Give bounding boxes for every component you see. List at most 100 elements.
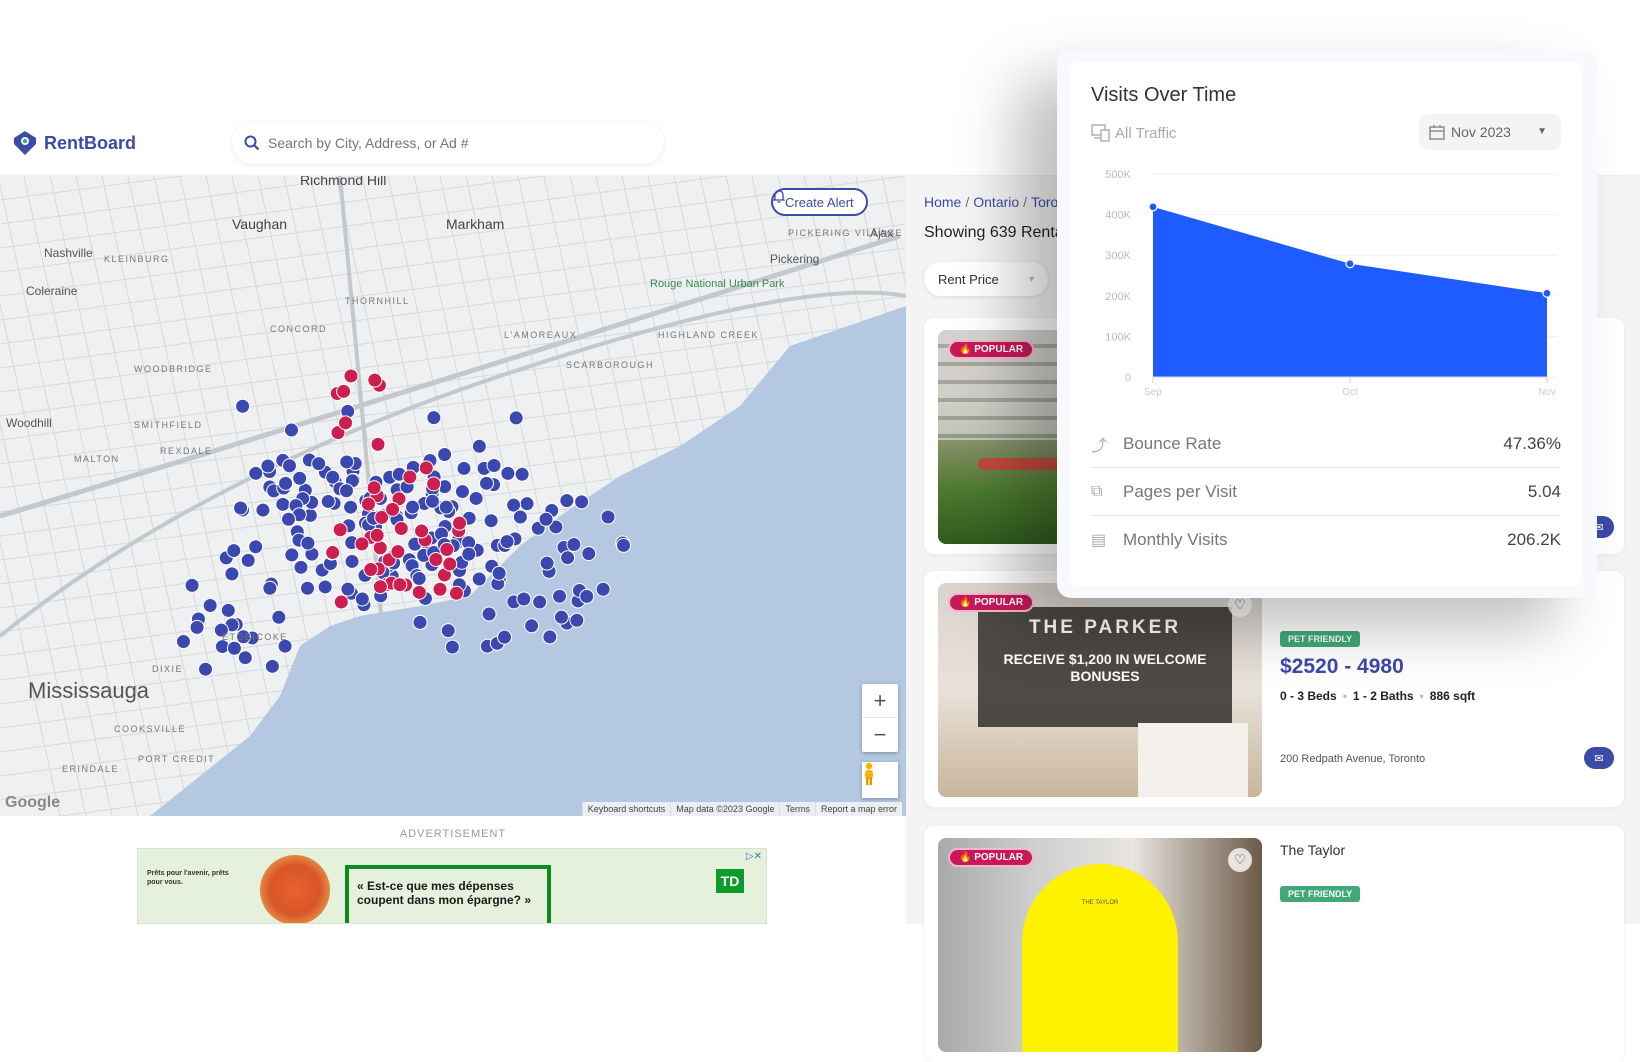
search-input[interactable] xyxy=(268,135,648,151)
park-label: Rouge National Urban Park xyxy=(650,278,785,290)
listing-marker xyxy=(278,475,294,491)
breadcrumb-home[interactable]: Home xyxy=(924,194,961,210)
listing-marker xyxy=(438,499,454,515)
create-alert-button[interactable]: Create Alert xyxy=(771,188,868,216)
listing-marker xyxy=(456,460,472,476)
y-tick-label: 100K xyxy=(1105,331,1131,343)
popular-badge: 🔥 POPULAR xyxy=(948,593,1035,612)
listing-marker xyxy=(262,580,278,596)
taylor-logo: THE TAYLOR xyxy=(1081,900,1119,906)
listing-marker xyxy=(426,410,442,426)
x-tick-label: Nov xyxy=(1538,387,1556,398)
road xyxy=(23,176,165,816)
zoom-out-button[interactable]: − xyxy=(862,718,898,752)
listing-card[interactable]: THE PARKER RECEIVE $1,200 IN WELCOME BON… xyxy=(924,571,1624,807)
search-bar[interactable] xyxy=(232,122,664,164)
listing-marker xyxy=(292,470,308,486)
photo-headline: THE PARKER xyxy=(1028,617,1182,638)
traffic-filter[interactable]: All Traffic xyxy=(1091,124,1176,142)
data-point xyxy=(1148,202,1158,212)
map-place-label: KLEINBURG xyxy=(104,254,170,264)
popup-title: Visits Over Time xyxy=(1091,84,1237,106)
featured-marker xyxy=(432,581,448,597)
listing-card[interactable]: THE TAYLOR 🔥 POPULAR ♡ The Taylor PET FR… xyxy=(924,826,1624,1062)
calendar-icon: ▤ xyxy=(1091,532,1107,549)
featured-marker xyxy=(336,383,352,399)
featured-marker xyxy=(414,523,430,539)
listing-marker xyxy=(471,571,487,587)
listing-marker xyxy=(184,577,200,593)
ad-banner[interactable]: Prêts pour l'avenir, prêts pour vous. « … xyxy=(137,848,767,924)
pizza-image xyxy=(260,855,330,923)
ad-tagline: Prêts pour l'avenir, prêts pour vous. xyxy=(147,870,229,886)
traffic-label: All Traffic xyxy=(1115,124,1177,142)
listing-marker xyxy=(471,438,487,454)
road xyxy=(0,301,113,816)
listing-marker xyxy=(197,661,213,677)
metric-pages-per-visit: ⧉ Pages per Visit 5.04 xyxy=(1091,468,1561,516)
listing-marker xyxy=(300,580,316,596)
terms-link[interactable]: Terms xyxy=(779,802,815,816)
map-place-label: MALTON xyxy=(74,454,120,464)
road xyxy=(75,176,217,816)
breadcrumb-ontario[interactable]: Ontario xyxy=(973,194,1019,210)
ad-close-icon[interactable]: ▷✕ xyxy=(746,851,762,862)
listing-name[interactable]: The Taylor xyxy=(1280,842,1345,858)
listing-marker xyxy=(338,483,354,499)
listing-marker xyxy=(189,619,205,635)
listing-photo[interactable]: THE PARKER RECEIVE $1,200 IN WELCOME BON… xyxy=(938,583,1262,797)
listing-marker xyxy=(284,547,300,563)
listing-marker xyxy=(566,536,582,552)
favorite-heart-icon[interactable]: ♡ xyxy=(1228,848,1252,872)
rent-price-filter[interactable]: Rent Price ▼ xyxy=(924,262,1048,296)
chevron-down-icon: ▼ xyxy=(1027,274,1036,284)
metric-value: 5.04 xyxy=(1527,481,1561,501)
keyboard-shortcuts-link[interactable]: Keyboard shortcuts xyxy=(581,802,671,816)
visits-popup: Visits Over Time All Traffic Nov 2023 ▼ … xyxy=(1070,62,1582,586)
breadcrumb: Home / Ontario / Toronto xyxy=(924,194,1078,210)
road xyxy=(0,539,61,816)
logo[interactable]: RentBoard xyxy=(12,130,136,156)
listing-marker xyxy=(339,454,355,470)
map-place-label: Markham xyxy=(446,216,505,232)
listing-marker xyxy=(311,456,327,472)
listing-marker xyxy=(524,618,540,634)
map[interactable]: Richmond Hill Vaughan Markham Nashville KLEI… xyxy=(0,176,906,816)
metric-value: 47.36% xyxy=(1503,433,1561,453)
featured-marker xyxy=(392,577,408,593)
ad-quote: « Est-ce que mes dépenses coupent dans m… xyxy=(345,865,551,923)
featured-marker xyxy=(390,544,406,560)
zoom-in-button[interactable]: + xyxy=(862,684,898,718)
listing-marker xyxy=(248,539,264,555)
map-place-label: Mississauga xyxy=(28,678,150,703)
map-place-label: Nashville xyxy=(44,246,93,260)
listing-marker xyxy=(532,594,548,610)
featured-marker xyxy=(333,594,349,610)
street-view-pegman[interactable] xyxy=(862,762,898,798)
mail-icon: ✉ xyxy=(1594,752,1604,765)
popular-badge: 🔥 POPULAR xyxy=(948,848,1035,867)
map-canvas[interactable] xyxy=(0,176,906,816)
featured-marker xyxy=(332,522,348,538)
listing-marker xyxy=(461,546,477,562)
report-error-link[interactable]: Report a map error xyxy=(814,802,902,816)
listing-marker xyxy=(483,513,499,529)
pet-friendly-badge: PET FRIENDLY xyxy=(1280,631,1361,647)
featured-marker xyxy=(411,584,427,600)
listing-marker xyxy=(440,623,456,639)
date-selected: Nov 2023 xyxy=(1451,124,1511,140)
listing-marker xyxy=(454,484,470,500)
filter-label: Rent Price xyxy=(938,271,999,287)
data-point xyxy=(1345,259,1355,269)
listing-photo[interactable]: THE TAYLOR 🔥 POPULAR ♡ xyxy=(938,838,1262,1052)
photo-promo: RECEIVE $1,200 IN WELCOME BONUSES xyxy=(1003,651,1207,684)
contact-button[interactable]: ✉ xyxy=(1584,747,1614,769)
pages-icon: ⧉ xyxy=(1091,482,1103,500)
listing-marker xyxy=(354,591,370,607)
date-dropdown[interactable]: Nov 2023 ▼ xyxy=(1419,114,1561,150)
map-place-label: THORNHILL xyxy=(345,296,410,306)
listing-marker xyxy=(300,535,316,551)
lake-ontario xyxy=(150,306,906,816)
map-place-label: ERINDALE xyxy=(62,764,120,774)
results-count: Showing 639 Rentals xyxy=(924,224,1076,241)
